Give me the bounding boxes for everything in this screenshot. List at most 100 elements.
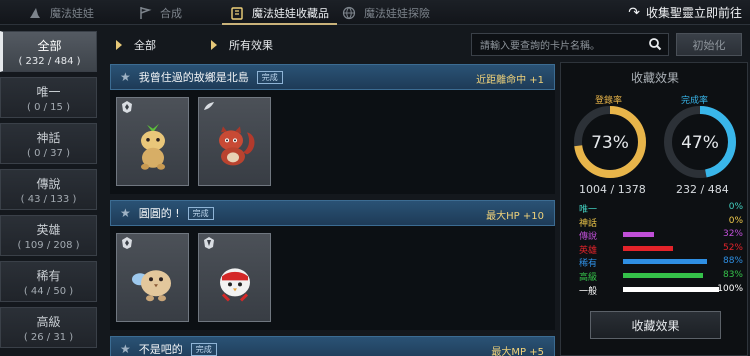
grade-progress-bar xyxy=(623,272,703,278)
grade-progress-label: 一般 xyxy=(579,286,598,297)
grade-emblem-icon xyxy=(122,101,132,113)
category-filter-dropdown[interactable]: 全部 xyxy=(116,37,156,53)
complete-badge: 完成 xyxy=(190,342,217,356)
star-icon[interactable]: ★ xyxy=(120,342,131,356)
group-title: 我曾住過的故鄉是北島 xyxy=(138,71,249,84)
doll-card[interactable] xyxy=(198,233,271,322)
registration-ring: 73% xyxy=(574,106,646,178)
group-effect: 最大MP +5 xyxy=(491,347,544,356)
collection-group[interactable]: ★ 我曾住過的故鄉是北島 完成 近距離命中 +1 xyxy=(110,64,555,194)
tab-synthesis[interactable]: 合成 xyxy=(138,0,182,25)
sidebar-item-rare[interactable]: 稀有 ( 44 / 50 ) xyxy=(0,261,97,302)
grade-progress-label: 神話 xyxy=(579,218,598,229)
grade-progress-label: 傳說 xyxy=(579,232,598,243)
return-arrow-icon: ↷ xyxy=(628,4,640,21)
sidebar-item-unique[interactable]: 唯一 ( 0 / 15 ) xyxy=(0,77,97,118)
tab-label: 合成 xyxy=(160,6,182,20)
sidebar-item-label: 神話 xyxy=(36,130,61,145)
tab-label: 魔法娃娃 xyxy=(50,6,94,20)
completion-count: 232 / 484 xyxy=(676,183,729,196)
tab-magic-doll[interactable]: 魔法娃娃 xyxy=(28,0,94,25)
effect-filter-label: 所有效果 xyxy=(229,39,273,52)
grade-progress-percent: 0% xyxy=(728,215,743,226)
completion-ring: 47% xyxy=(664,106,736,178)
group-effect: 最大HP +10 xyxy=(486,211,544,222)
doll-card[interactable] xyxy=(198,97,271,186)
grade-progress-row: 神話 0% xyxy=(579,215,747,229)
complete-badge: 完成 xyxy=(256,70,283,84)
panel-title: 收藏效果 xyxy=(630,71,679,85)
tab-label: 魔法娃娃收藏品 xyxy=(252,6,329,20)
doll-card[interactable] xyxy=(116,97,189,186)
grade-progress-list: 唯一 0% 神話 0% 傳說 32% 英雄 52% 稀有 88% 高級 83% 一般 100% xyxy=(579,201,747,297)
top-tab-bar: 魔法娃娃 合成 魔法娃娃收藏品 魔法娃娃探險 ↷ 收集聖靈立即前往 xyxy=(0,0,750,25)
grade-progress-row: 高級 83% xyxy=(579,269,747,283)
group-header[interactable]: ★ 圓圓的 ! 完成 最大HP +10 xyxy=(110,200,555,226)
sidebar-item-all[interactable]: 全部 ( 232 / 484 ) xyxy=(0,31,97,72)
group-cards xyxy=(110,90,555,194)
white-bird-doll-icon xyxy=(219,267,250,301)
collect-link-label: 收集聖靈立即前往 xyxy=(645,6,742,20)
group-cards xyxy=(110,226,555,330)
sidebar-item-count: ( 109 / 208 ) xyxy=(17,239,80,251)
grade-emblem-icon xyxy=(122,237,132,249)
sidebar-item-myth[interactable]: 神話 ( 0 / 37 ) xyxy=(0,123,97,164)
sidebar-item-count: ( 232 / 484 ) xyxy=(18,55,81,67)
grade-progress-bar xyxy=(623,259,708,265)
sidebar-item-hero[interactable]: 英雄 ( 109 / 208 ) xyxy=(0,215,97,256)
registration-percent: 73% xyxy=(591,133,629,153)
grade-progress-row: 傳說 32% xyxy=(579,228,747,242)
group-header[interactable]: ★ 不是吧的 完成 最大MP +5 xyxy=(110,336,555,356)
tab-doll-collection[interactable]: 魔法娃娃收藏品 xyxy=(222,0,337,25)
play-arrow-icon xyxy=(211,40,217,50)
sidebar-item-advanced[interactable]: 高級 ( 26 / 31 ) xyxy=(0,307,97,348)
globe-icon xyxy=(342,6,356,20)
book-icon xyxy=(230,6,244,20)
group-header[interactable]: ★ 我曾住過的故鄉是北島 完成 近距離命中 +1 xyxy=(110,64,555,90)
grade-progress-row: 稀有 88% xyxy=(579,255,747,269)
sidebar-item-label: 稀有 xyxy=(36,268,61,283)
grade-progress-percent: 52% xyxy=(722,242,743,253)
collection-group[interactable]: ★ 不是吧的 完成 最大MP +5 xyxy=(110,336,555,356)
grade-progress-percent: 0% xyxy=(728,202,743,212)
grade-emblem-icon xyxy=(204,102,214,110)
flag-icon xyxy=(138,6,152,20)
grade-progress-percent: 88% xyxy=(722,256,743,267)
sidebar-item-count: ( 43 / 133 ) xyxy=(20,193,77,205)
grade-progress-label: 唯一 xyxy=(579,205,598,215)
sidebar-item-legend[interactable]: 傳說 ( 43 / 133 ) xyxy=(0,169,97,210)
collect-spirit-link[interactable]: ↷ 收集聖靈立即前往 xyxy=(628,0,742,25)
star-icon[interactable]: ★ xyxy=(120,70,131,84)
grade-emblem-icon xyxy=(204,237,214,249)
group-title: 不是吧的 xyxy=(138,343,183,356)
reset-button[interactable]: 初始化 xyxy=(676,33,742,56)
grade-progress-row: 唯一 0% xyxy=(579,201,747,215)
collection-group[interactable]: ★ 圓圓的 ! 完成 最大HP +10 xyxy=(110,200,555,330)
effect-filter-dropdown[interactable]: 所有效果 xyxy=(211,37,273,53)
sidebar-item-count: ( 44 / 50 ) xyxy=(23,285,74,297)
card-search-input[interactable]: 請輸入要查詢的卡片名稱。 xyxy=(471,33,669,56)
tab-doll-adventure[interactable]: 魔法娃娃探險 xyxy=(342,0,430,25)
grade-progress-label: 稀有 xyxy=(579,259,598,270)
grade-progress-bar xyxy=(623,232,654,238)
star-icon[interactable]: ★ xyxy=(120,206,131,220)
tab-label: 魔法娃娃探險 xyxy=(364,6,430,20)
doll-card[interactable] xyxy=(116,233,189,322)
collection-effect-button[interactable]: 收藏效果 xyxy=(590,311,721,339)
collection-list: ★ 我曾住過的故鄉是北島 完成 近距離命中 +1 ★ 圓圓的 ! 完成 最大HP… xyxy=(110,64,555,356)
grade-progress-label: 高級 xyxy=(579,272,598,283)
sidebar-item-label: 英雄 xyxy=(36,222,61,237)
hat-icon xyxy=(28,6,42,20)
blue-bird-doll-icon xyxy=(131,269,171,301)
grade-progress-label: 英雄 xyxy=(579,245,598,256)
grade-progress-percent: 100% xyxy=(717,283,743,294)
registration-count: 1004 / 1378 xyxy=(579,183,646,196)
grade-progress-percent: 32% xyxy=(722,229,743,240)
completion-percent: 47% xyxy=(681,133,719,153)
search-icon[interactable] xyxy=(648,37,662,51)
grade-sidebar: 全部 ( 232 / 484 ) 唯一 ( 0 / 15 ) 神話 ( 0 / … xyxy=(0,31,97,353)
grade-progress-bar xyxy=(623,245,673,251)
sidebar-item-label: 傳說 xyxy=(36,176,61,191)
group-effect: 近距離命中 +1 xyxy=(476,75,544,86)
sidebar-item-count: ( 0 / 37 ) xyxy=(27,147,70,159)
